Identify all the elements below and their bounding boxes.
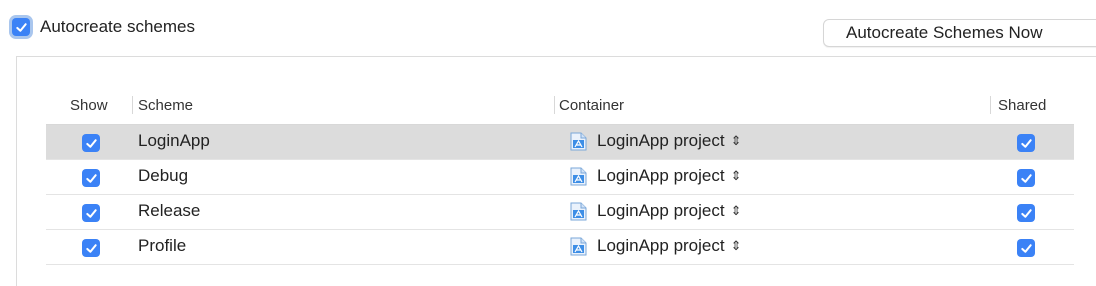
column-divider[interactable]: [132, 96, 133, 114]
xcode-project-icon: [570, 167, 587, 185]
xcode-project-icon: [570, 237, 587, 255]
up-down-chevron-icon: ⇕: [730, 203, 742, 218]
shared-cell[interactable]: [1017, 169, 1035, 187]
container-popup[interactable]: LoginApp project ⇕: [570, 236, 742, 256]
checkmark-icon: [85, 138, 97, 148]
shared-checkbox[interactable]: [1017, 169, 1035, 187]
table-row[interactable]: Profile LoginApp project ⇕: [46, 230, 1074, 265]
show-checkbox[interactable]: [82, 169, 100, 187]
checkmark-icon: [85, 243, 97, 253]
shared-checkbox[interactable]: [1017, 204, 1035, 222]
checkmark-icon: [1020, 243, 1032, 253]
table-body: LoginApp LoginApp project ⇕ Debug LoginApp p…: [46, 125, 1074, 265]
autocreate-schemes-option[interactable]: Autocreate schemes: [12, 17, 195, 37]
up-down-chevron-icon: ⇕: [730, 168, 742, 183]
container-label: LoginApp project: [597, 201, 725, 220]
shared-cell[interactable]: [1017, 134, 1035, 152]
shared-checkbox[interactable]: [1017, 239, 1035, 257]
checkmark-icon: [1020, 138, 1032, 148]
shared-cell[interactable]: [1017, 239, 1035, 257]
container-label: LoginApp project: [597, 131, 725, 150]
column-header-show[interactable]: Show: [70, 97, 108, 114]
show-checkbox[interactable]: [82, 134, 100, 152]
shared-checkbox[interactable]: [1017, 134, 1035, 152]
up-down-chevron-icon: ⇕: [730, 238, 742, 253]
autocreate-schemes-checkbox[interactable]: [12, 18, 30, 36]
show-cell[interactable]: [82, 134, 100, 152]
container-label: LoginApp project: [597, 166, 725, 185]
schemes-table: Show Scheme Container Shared LoginApp Log…: [46, 90, 1074, 265]
scheme-name: Debug: [138, 166, 189, 185]
up-down-chevron-icon: ⇕: [730, 133, 742, 148]
column-header-container[interactable]: Container: [559, 97, 624, 114]
container-popup[interactable]: LoginApp project ⇕: [570, 166, 742, 186]
table-row[interactable]: Release LoginApp project ⇕: [46, 195, 1074, 230]
column-divider[interactable]: [990, 96, 991, 114]
show-cell[interactable]: [82, 239, 100, 257]
scheme-name: LoginApp: [138, 131, 210, 150]
checkmark-icon: [15, 22, 27, 32]
table-header: Show Scheme Container Shared: [46, 90, 1074, 125]
show-checkbox[interactable]: [82, 204, 100, 222]
container-popup[interactable]: LoginApp project ⇕: [570, 201, 742, 221]
autocreate-schemes-now-button[interactable]: Autocreate Schemes Now: [823, 19, 1096, 47]
container-label: LoginApp project: [597, 236, 725, 255]
checkmark-icon: [85, 208, 97, 218]
scheme-name: Release: [138, 201, 201, 220]
autocreate-schemes-label: Autocreate schemes: [40, 17, 195, 36]
column-header-scheme[interactable]: Scheme: [138, 97, 193, 114]
xcode-project-icon: [570, 132, 587, 150]
container-popup[interactable]: LoginApp project ⇕: [570, 131, 742, 151]
scheme-name: Profile: [138, 236, 187, 255]
column-header-shared[interactable]: Shared: [998, 97, 1046, 114]
checkmark-icon: [1020, 173, 1032, 183]
table-row[interactable]: LoginApp LoginApp project ⇕: [46, 125, 1074, 160]
show-checkbox[interactable]: [82, 239, 100, 257]
shared-cell[interactable]: [1017, 204, 1035, 222]
checkmark-icon: [1020, 208, 1032, 218]
xcode-project-icon: [570, 202, 587, 220]
show-cell[interactable]: [82, 169, 100, 187]
checkmark-icon: [85, 173, 97, 183]
show-cell[interactable]: [82, 204, 100, 222]
column-divider[interactable]: [554, 96, 555, 114]
table-row[interactable]: Debug LoginApp project ⇕: [46, 160, 1074, 195]
